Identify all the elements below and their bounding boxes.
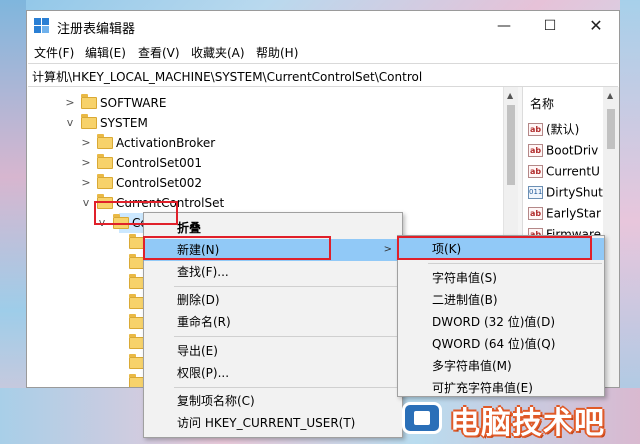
value-row[interactable]: ab (默认) xyxy=(528,119,579,139)
tree-node-child[interactable] xyxy=(27,373,147,387)
new-submenu: 项(K) 字符串值(S) 二进制值(B) DWORD (32 位)值(D) QW… xyxy=(397,235,605,397)
watermark-text: 电脑技术吧 xyxy=(450,406,605,441)
menu-help[interactable]: 帮助(H) xyxy=(256,44,298,61)
address-path: 计算机\HKEY_LOCAL_MACHINE\SYSTEM\CurrentCon… xyxy=(32,70,423,84)
menu-item-new[interactable]: 新建(N) > xyxy=(144,239,402,261)
menu-item-collapse[interactable]: 折叠 xyxy=(144,217,402,239)
folder-icon xyxy=(81,114,97,129)
tree-node-label: CurrentControlSet xyxy=(116,196,225,210)
chevron-right-icon[interactable]: > xyxy=(81,133,91,153)
folder-icon xyxy=(113,214,129,229)
menu-file[interactable]: 文件(F) xyxy=(34,44,74,61)
menu-item-new-key[interactable]: 项(K) xyxy=(398,238,604,260)
column-header-name[interactable]: 名称 xyxy=(530,95,554,112)
menu-item-label: 新建(N) xyxy=(177,243,220,257)
value-name: DirtyShut xyxy=(546,185,603,200)
tree-node-child[interactable] xyxy=(27,273,147,293)
tree-node-system[interactable]: v SYSTEM xyxy=(27,113,497,133)
folder-icon xyxy=(97,174,113,189)
menu-separator xyxy=(174,336,400,337)
tree-node-activationbroker[interactable]: > ActivationBroker xyxy=(27,133,497,153)
watermark-logo-icon xyxy=(402,402,442,434)
tree-node-label: ControlSet002 xyxy=(116,176,202,190)
scroll-up-icon[interactable]: ▲ xyxy=(607,91,613,100)
folder-icon xyxy=(97,194,113,209)
registry-editor-icon xyxy=(34,18,50,34)
binary-value-icon: 011 xyxy=(528,186,543,199)
title-bar[interactable]: 注册表编辑器 — ☐ ✕ xyxy=(27,11,619,41)
tree-node-currentcontrolset[interactable]: v CurrentControlSet xyxy=(27,193,497,213)
scrollbar-thumb[interactable] xyxy=(507,105,515,185)
tree-node-controlset001[interactable]: > ControlSet001 xyxy=(27,153,497,173)
menu-item-new-qword[interactable]: QWORD (64 位)值(Q) xyxy=(398,333,604,355)
tree-node-child[interactable] xyxy=(27,313,147,333)
window-title: 注册表编辑器 xyxy=(57,22,136,37)
tree-node-child[interactable] xyxy=(27,293,147,313)
menu-separator xyxy=(174,387,400,388)
desktop-background-right xyxy=(620,0,640,444)
value-name: (默认) xyxy=(546,122,580,137)
menu-item-new-dword[interactable]: DWORD (32 位)值(D) xyxy=(398,311,604,333)
value-name: EarlyStar xyxy=(546,206,601,221)
menu-favorites[interactable]: 收藏夹(A) xyxy=(191,44,245,61)
tree-node-child[interactable] xyxy=(27,333,147,353)
tree-node-child[interactable] xyxy=(27,353,147,373)
menu-edit[interactable]: 编辑(E) xyxy=(85,44,126,61)
string-value-icon: ab xyxy=(528,207,543,220)
folder-icon xyxy=(81,94,97,109)
tree-node-child[interactable] xyxy=(27,253,147,273)
tree-node-label: SYSTEM xyxy=(100,116,148,130)
close-button[interactable]: ✕ xyxy=(573,11,619,41)
maximize-button[interactable]: ☐ xyxy=(527,11,573,41)
chevron-right-icon[interactable]: > xyxy=(65,93,75,113)
folder-icon xyxy=(97,154,113,169)
value-row[interactable]: ab EarlyStar xyxy=(528,203,601,223)
folder-icon xyxy=(97,134,113,149)
menu-item-goto-hkcu[interactable]: 访问 HKEY_CURRENT_USER(T) xyxy=(144,412,402,434)
context-menu: 折叠 新建(N) > 查找(F)... 删除(D) 重命名(R) 导出(E) 权… xyxy=(143,212,403,438)
string-value-icon: ab xyxy=(528,123,543,136)
desktop-background-left xyxy=(0,0,26,444)
tree-node-label: ActivationBroker xyxy=(116,136,216,150)
menu-item-rename[interactable]: 重命名(R) xyxy=(144,311,402,333)
chevron-right-icon: > xyxy=(383,244,392,255)
string-value-icon: ab xyxy=(528,165,543,178)
value-name: CurrentU xyxy=(546,164,600,179)
menu-item-new-multistring[interactable]: 多字符串值(M) xyxy=(398,355,604,377)
menu-separator xyxy=(174,286,400,287)
menu-item-permissions[interactable]: 权限(P)... xyxy=(144,362,402,384)
tree-node-controlset002[interactable]: > ControlSet002 xyxy=(27,173,497,193)
menu-item-new-binary[interactable]: 二进制值(B) xyxy=(398,289,604,311)
value-row[interactable]: 011 DirtyShut xyxy=(528,182,603,202)
chevron-down-icon[interactable]: v xyxy=(81,193,91,213)
chevron-right-icon[interactable]: > xyxy=(81,153,91,173)
chevron-down-icon[interactable]: v xyxy=(65,113,75,133)
tree-node-software[interactable]: > SOFTWARE xyxy=(27,93,497,113)
menu-item-copy-key-name[interactable]: 复制项名称(C) xyxy=(144,390,402,412)
menu-view[interactable]: 查看(V) xyxy=(138,44,180,61)
tree-node-label: SOFTWARE xyxy=(100,96,167,110)
chevron-down-icon[interactable]: v xyxy=(97,213,107,233)
watermark: 电脑技术吧 xyxy=(400,396,638,441)
menu-item-export[interactable]: 导出(E) xyxy=(144,340,402,362)
tree-node-label: ControlSet001 xyxy=(116,156,202,170)
value-name: BootDriv xyxy=(546,143,599,158)
menu-item-delete[interactable]: 删除(D) xyxy=(144,289,402,311)
menu-item-find[interactable]: 查找(F)... xyxy=(144,261,402,283)
menu-bar: 文件(F) 编辑(E) 查看(V) 收藏夹(A) 帮助(H) xyxy=(27,41,619,63)
string-value-icon: ab xyxy=(528,144,543,157)
value-row[interactable]: ab CurrentU xyxy=(528,161,600,181)
menu-item-new-string[interactable]: 字符串值(S) xyxy=(398,267,604,289)
scrollbar-thumb[interactable] xyxy=(607,109,615,149)
minimize-button[interactable]: — xyxy=(481,11,527,41)
value-row[interactable]: ab BootDriv xyxy=(528,140,598,160)
values-scrollbar[interactable]: ▲ xyxy=(603,87,619,387)
address-bar[interactable]: 计算机\HKEY_LOCAL_MACHINE\SYSTEM\CurrentCon… xyxy=(28,63,618,87)
menu-separator xyxy=(428,263,602,264)
tree-node-child[interactable] xyxy=(27,233,147,253)
chevron-right-icon[interactable]: > xyxy=(81,173,91,193)
scroll-up-icon[interactable]: ▲ xyxy=(507,91,513,100)
